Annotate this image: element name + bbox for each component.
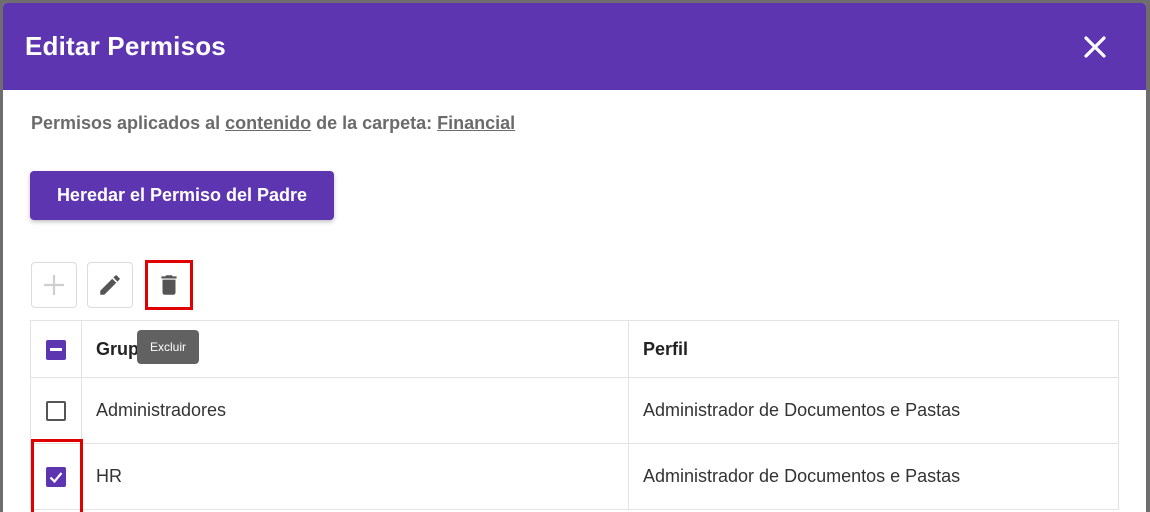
subtitle-prefix: Permisos aplicados al <box>31 113 226 133</box>
column-header-perfil[interactable]: Perfil <box>628 320 1119 378</box>
folder-link[interactable]: Financial <box>437 113 515 133</box>
delete-button[interactable] <box>145 260 193 310</box>
add-button[interactable] <box>31 262 77 308</box>
perfil-cell: Administrador de Documentos e Pastas <box>628 443 1119 510</box>
content-link[interactable]: contenido <box>225 113 311 133</box>
folder-permissions-subtitle: Permisos aplicados al contenido de la ca… <box>31 113 515 134</box>
subtitle-middle: de la carpeta: <box>311 113 438 133</box>
dialog-header: Editar Permisos <box>3 3 1146 90</box>
trash-icon <box>161 275 177 295</box>
delete-tooltip: Excluir <box>137 330 199 364</box>
edit-permissions-dialog: Editar Permisos Permisos aplicados al co… <box>3 3 1146 512</box>
column-header-grupo-label: Grup <box>96 338 139 359</box>
inherit-parent-permission-button[interactable]: Heredar el Permiso del Padre <box>30 171 334 220</box>
close-button[interactable] <box>1081 33 1109 61</box>
select-all-checkbox[interactable] <box>46 339 66 360</box>
close-icon <box>1084 36 1106 58</box>
row-checkbox-cell <box>30 377 82 444</box>
pencil-icon <box>100 275 120 295</box>
grupo-cell: Administradores <box>81 377 629 444</box>
check-icon <box>49 472 63 484</box>
row-checkbox[interactable] <box>46 467 66 488</box>
table-row: Administradores Administrador de Documen… <box>30 377 1119 444</box>
table-row: HR Administrador de Documentos e Pastas <box>30 443 1119 510</box>
select-all-cell <box>30 320 82 378</box>
plus-icon <box>44 275 64 295</box>
row-checkbox-cell <box>30 443 82 510</box>
grupo-cell: HR <box>81 443 629 510</box>
perfil-cell: Administrador de Documentos e Pastas <box>628 377 1119 444</box>
dialog-title: Editar Permisos <box>25 31 226 61</box>
row-checkbox[interactable] <box>46 401 66 422</box>
edit-button[interactable] <box>87 262 133 308</box>
